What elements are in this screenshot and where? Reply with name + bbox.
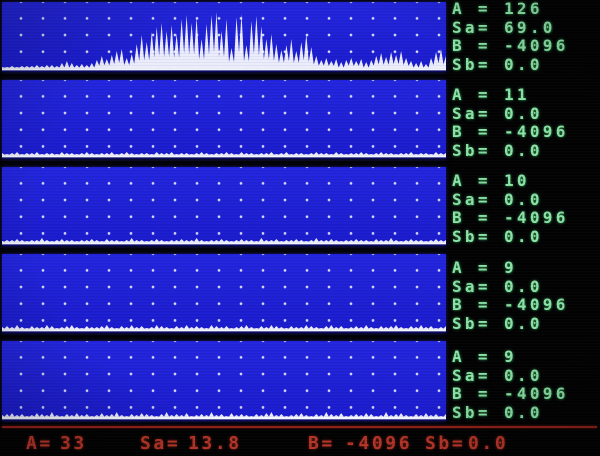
readout-label: Sb= — [452, 142, 504, 161]
readout-value: 69.0 — [504, 18, 556, 37]
status-b-label: B= — [308, 433, 335, 454]
readout-label: Sa= — [452, 105, 504, 124]
readout-row: Sa=0.0 — [452, 278, 598, 297]
readout-label: Sb= — [452, 315, 504, 334]
readout-value: -4096 — [504, 295, 569, 314]
readout-label: A = — [452, 86, 504, 105]
separator-line — [2, 426, 597, 428]
status-sb-label: Sb= — [425, 433, 465, 454]
readout-row: A =126 — [452, 0, 598, 19]
readout-value: 0.0 — [504, 403, 543, 422]
readout-label: A = — [452, 0, 504, 19]
readout-value: 0.0 — [504, 190, 543, 209]
waveform-trace-3 — [2, 167, 446, 246]
readout-label: B = — [452, 296, 504, 315]
readout-label: B = — [452, 123, 504, 142]
readout-value: -4096 — [504, 36, 569, 55]
readout-value: -4096 — [504, 384, 569, 403]
waveform-panel-4 — [2, 254, 446, 333]
readout-value: 0.0 — [504, 227, 543, 246]
readout-row: A =9 — [452, 259, 598, 278]
readout-block-3: A =10Sa=0.0B =-4096Sb=0.0 — [452, 172, 598, 246]
readout-value: 9 — [504, 347, 517, 366]
waveform-trace-4 — [2, 254, 446, 333]
waveform-trace-2 — [2, 80, 446, 159]
waveform-trace-5 — [2, 341, 446, 421]
waveform-panel-5 — [2, 341, 446, 421]
waveform-trace-1 — [2, 2, 446, 72]
readout-label: Sb= — [452, 56, 504, 75]
readout-value: 11 — [504, 85, 530, 104]
readout-label: Sa= — [452, 19, 504, 38]
readout-label: Sa= — [452, 278, 504, 297]
readout-value: 0.0 — [504, 277, 543, 296]
readout-row: B =-4096 — [452, 296, 598, 315]
readout-label: A = — [452, 259, 504, 278]
readout-value: 9 — [504, 258, 517, 277]
readout-block-2: A =11Sa=0.0B =-4096Sb=0.0 — [452, 86, 598, 160]
readout-row: Sb=0.0 — [452, 315, 598, 334]
readout-row: Sa=69.0 — [452, 19, 598, 38]
readout-label: Sa= — [452, 191, 504, 210]
readout-row: Sb=0.0 — [452, 142, 598, 161]
readout-label: B = — [452, 209, 504, 228]
readout-block-4: A =9Sa=0.0B =-4096Sb=0.0 — [452, 259, 598, 333]
status-sa-label: Sa= — [140, 433, 180, 454]
readout-value: 0.0 — [504, 314, 543, 333]
status-b-value: -4096 — [345, 433, 412, 454]
status-a-label: A= — [26, 433, 53, 454]
status-bar: A= 33 Sa= 13.8 B= -4096 Sb=0.0 — [0, 433, 600, 456]
readout-value: 0.0 — [504, 55, 543, 74]
readout-label: Sb= — [452, 228, 504, 247]
readout-row: A =9 — [452, 348, 598, 367]
readout-value: 0.0 — [504, 141, 543, 160]
readout-row: Sa=0.0 — [452, 367, 598, 386]
readout-row: Sa=0.0 — [452, 105, 598, 124]
readout-label: Sb= — [452, 404, 504, 423]
readout-value: -4096 — [504, 122, 569, 141]
readout-label: Sa= — [452, 367, 504, 386]
readout-value: 0.0 — [504, 104, 543, 123]
status-sb-value: 0.0 — [468, 433, 508, 454]
crt-instrument-screen: A =126Sa=69.0B =-4096Sb=0.0A =11Sa=0.0B … — [0, 0, 600, 456]
waveform-panel-3 — [2, 167, 446, 246]
status-a-value: 33 — [60, 433, 87, 454]
status-sa-value: 13.8 — [188, 433, 242, 454]
readout-row: B =-4096 — [452, 209, 598, 228]
waveform-panel-1 — [2, 2, 446, 72]
readout-label: A = — [452, 348, 504, 367]
readout-label: A = — [452, 172, 504, 191]
readout-row: A =10 — [452, 172, 598, 191]
readout-row: B =-4096 — [452, 37, 598, 56]
readout-value: 0.0 — [504, 366, 543, 385]
readout-row: Sb=0.0 — [452, 56, 598, 75]
readout-label: B = — [452, 37, 504, 56]
readout-row: Sb=0.0 — [452, 404, 598, 423]
readout-row: A =11 — [452, 86, 598, 105]
readout-row: Sb=0.0 — [452, 228, 598, 247]
readout-row: B =-4096 — [452, 123, 598, 142]
readout-value: 10 — [504, 171, 530, 190]
readout-value: -4096 — [504, 208, 569, 227]
readout-value: 126 — [504, 0, 543, 18]
readout-block-1: A =126Sa=69.0B =-4096Sb=0.0 — [452, 0, 598, 74]
readout-row: B =-4096 — [452, 385, 598, 404]
readout-label: B = — [452, 385, 504, 404]
readout-block-5: A =9Sa=0.0B =-4096Sb=0.0 — [452, 348, 598, 422]
readout-row: Sa=0.0 — [452, 191, 598, 210]
waveform-panel-2 — [2, 80, 446, 159]
